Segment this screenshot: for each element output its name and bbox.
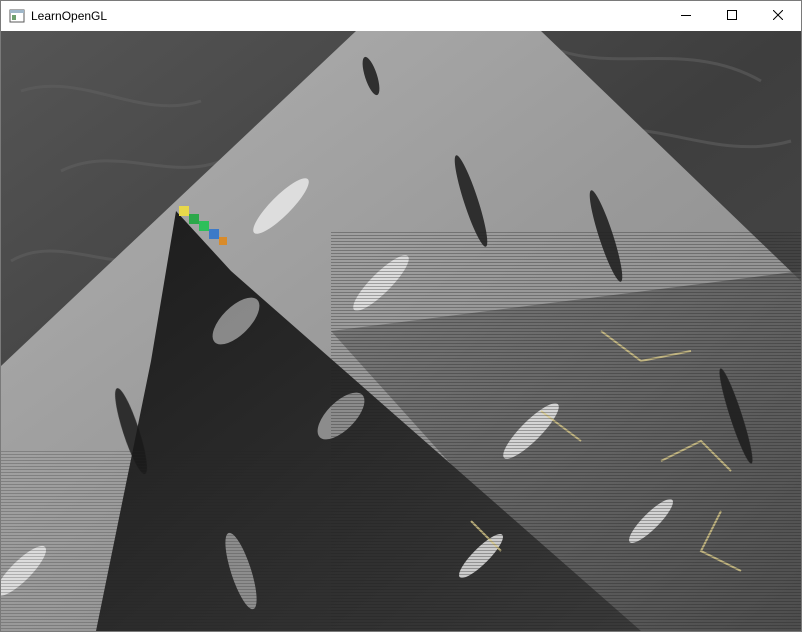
- close-button[interactable]: [755, 1, 801, 31]
- app-icon: [9, 8, 25, 24]
- maximize-icon: [727, 7, 737, 25]
- scene-render: [1, 31, 801, 631]
- window-controls: [663, 1, 801, 31]
- scanline-artifacts: [331, 231, 801, 631]
- window-title: LearnOpenGL: [31, 9, 108, 23]
- minimize-icon: [681, 7, 691, 25]
- app-window: LearnOpenGL: [0, 0, 802, 632]
- minimize-button[interactable]: [663, 1, 709, 31]
- close-icon: [772, 7, 784, 25]
- maximize-button[interactable]: [709, 1, 755, 31]
- title-bar[interactable]: LearnOpenGL: [1, 1, 801, 31]
- opengl-viewport[interactable]: [1, 31, 801, 631]
